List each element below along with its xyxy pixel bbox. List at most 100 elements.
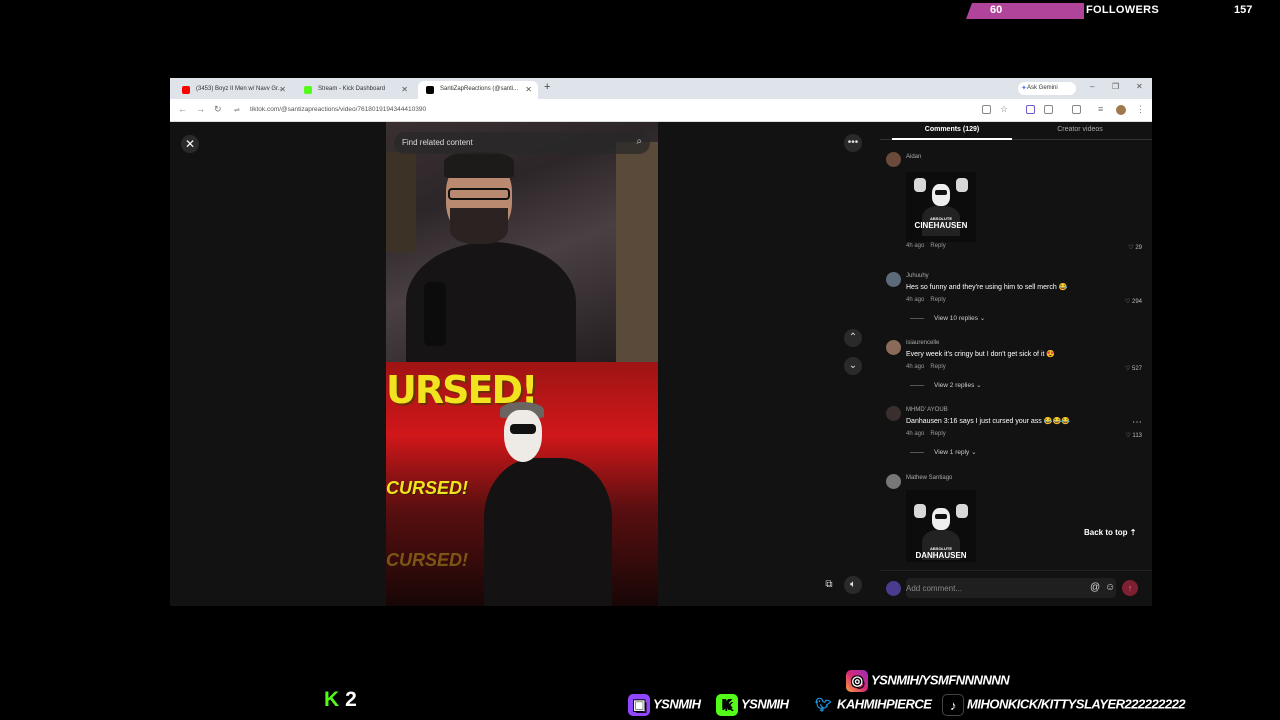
comment-username[interactable]: Mathew Santiago — [906, 475, 952, 481]
pip-icon[interactable]: ⧉ — [820, 576, 838, 594]
site-info-icon[interactable]: ⇌ — [234, 106, 240, 114]
avatar[interactable] — [886, 406, 901, 421]
new-tab-button[interactable]: + — [544, 81, 550, 93]
sidebar-icon[interactable] — [1072, 105, 1081, 114]
view-replies-button[interactable]: View 1 reply ⌄ — [910, 448, 977, 456]
followers-count: 60 — [990, 4, 1003, 16]
comment-text: Danhausen 3:16 says I just cursed your a… — [906, 418, 1070, 425]
comments-panel: Comments (129) Creator videos Aidan ABSO… — [880, 122, 1152, 606]
close-icon[interactable]: ✕ — [401, 85, 408, 94]
like-count: 29 — [1135, 245, 1142, 251]
streamer-beard — [450, 208, 508, 244]
tab-kick-dashboard[interactable]: Stream - Kick Dashboard ✕ — [296, 81, 414, 99]
more-options-icon[interactable]: ••• — [844, 134, 862, 152]
reply-button[interactable]: Reply — [930, 243, 945, 249]
comment-meta: 4h ago Reply — [906, 431, 946, 437]
like-button[interactable]: ♡ 113 — [1125, 432, 1142, 439]
followers-goal-bar: 60 FOLLOWERS 157 — [966, 3, 1266, 19]
twitch-icon: ▣ — [628, 694, 650, 716]
find-related-search[interactable]: Find related content ⌕ — [394, 132, 650, 154]
wrestler-body — [484, 458, 612, 606]
cursed-text-reflection: CURSED! — [386, 550, 469, 570]
emoji-icon[interactable]: ☺ — [1105, 582, 1115, 593]
comment-time: 4h ago — [906, 297, 925, 303]
wrestler-face — [504, 410, 542, 462]
cursed-text-small: CURSED! — [386, 478, 469, 498]
comment-username[interactable]: Juhuuhy — [906, 273, 929, 279]
bookmark-star-icon[interactable]: ☆ — [1000, 104, 1008, 115]
chevron-up-icon[interactable]: ⌃ — [844, 329, 862, 347]
followers-goal: 157 — [1234, 4, 1253, 16]
twitter-icon: 🐦︎ — [814, 697, 832, 712]
comment-username[interactable]: isiaurencelle — [906, 340, 939, 346]
downloads-icon[interactable]: ≡ — [1098, 104, 1103, 114]
twitter-handle: 🐦︎ KAHMIHPIERCE — [812, 694, 932, 718]
video-player[interactable]: URSED! CURSED! CURSED! Find related cont… — [386, 122, 658, 606]
search-placeholder: Find related content — [402, 138, 473, 147]
reply-button[interactable]: Reply — [930, 297, 945, 303]
mention-icon[interactable]: @ — [1090, 582, 1100, 593]
like-button[interactable]: ♡ 527 — [1125, 365, 1142, 372]
ask-gemini-button[interactable]: ✦ Ask Gemini — [1018, 82, 1076, 95]
twitter-label: KAHMIHPIERCE — [837, 696, 932, 712]
instagram-handle: ◎ YSNMIH/YSMFNNNNNN — [846, 670, 1010, 694]
view-replies-button[interactable]: View 2 replies ⌄ — [910, 381, 982, 389]
profile-avatar[interactable] — [1116, 105, 1126, 115]
volume-icon[interactable]: 🔈︎ — [844, 576, 862, 594]
reload-icon[interactable]: ↻ — [214, 104, 222, 115]
kick-icon: K — [716, 694, 738, 716]
kick-count-value: 2 — [345, 688, 357, 711]
close-icon[interactable]: ✕ — [279, 85, 286, 94]
bookshelf — [616, 142, 658, 362]
instagram-icon: ◎ — [846, 670, 868, 692]
kick-icon — [304, 86, 312, 94]
search-icon[interactable]: ⌕ — [636, 136, 642, 147]
extensions-puzzle-icon[interactable] — [1044, 105, 1053, 114]
forward-icon[interactable]: → — [196, 104, 205, 114]
comment-more-icon[interactable]: ⋯ — [1132, 417, 1142, 428]
avatar[interactable] — [886, 340, 901, 355]
comment-composer: @ ☺ ↑ — [880, 570, 1152, 606]
chevron-down-icon[interactable]: ⌄ — [844, 357, 862, 375]
instagram-label: YSNMIH/YSMFNNNNNN — [871, 672, 1010, 688]
gemini-icon: ✦ — [1021, 85, 1027, 92]
avatar[interactable] — [886, 272, 901, 287]
address-bar-row: ← → ↻ ⇌ tiktok.com/@santizapreactions/vi… — [170, 99, 1152, 122]
maximize-button[interactable]: ❐ — [1112, 82, 1119, 91]
tab-comments[interactable]: Comments (129) — [892, 126, 1012, 133]
tab-creator-videos[interactable]: Creator videos — [1020, 126, 1140, 133]
close-icon[interactable]: ✕ — [525, 85, 532, 94]
url-field[interactable]: tiktok.com/@santizapreactions/video/7618… — [250, 106, 426, 113]
back-to-top-button[interactable]: Back to top ⇡ — [1084, 528, 1137, 537]
comment-image[interactable]: ABSOLUTE CINEHAUSEN — [906, 172, 976, 242]
reply-button[interactable]: Reply — [930, 364, 945, 370]
like-button[interactable]: ♡ 29 — [1128, 244, 1142, 251]
comment-time: 4h ago — [906, 243, 925, 249]
avatar[interactable] — [886, 152, 901, 167]
view-replies-label: View 1 reply — [934, 449, 970, 456]
like-button[interactable]: ♡ 294 — [1125, 298, 1142, 305]
video-bottom-frame: URSED! CURSED! CURSED! — [386, 362, 658, 606]
comment-image[interactable]: ABSOLUTE DANHAUSEN — [906, 490, 976, 562]
install-app-icon[interactable] — [982, 105, 991, 114]
back-to-top-label: Back to top — [1084, 528, 1128, 537]
close-video-button[interactable]: ✕ — [181, 135, 199, 153]
send-icon[interactable]: ↑ — [1122, 580, 1138, 596]
avatar[interactable] — [886, 474, 901, 489]
tab-youtube[interactable]: (3453) Boyz II Men w/ Navv Gr... ✕ — [174, 81, 292, 99]
reply-button[interactable]: Reply — [930, 431, 945, 437]
tiktok-icon: ♪ — [942, 694, 964, 716]
window-close-button[interactable]: ✕ — [1136, 82, 1143, 91]
back-icon[interactable]: ← — [178, 104, 187, 114]
menu-dots-icon[interactable]: ⋮ — [1136, 104, 1145, 115]
comment-username[interactable]: MHMD' AYOUB — [906, 407, 948, 413]
minimize-button[interactable]: – — [1090, 82, 1094, 91]
comment-meta: 4h ago Reply — [906, 297, 946, 303]
view-replies-button[interactable]: View 10 replies ⌄ — [910, 314, 985, 322]
extension-icon[interactable] — [1026, 105, 1035, 114]
add-comment-input[interactable] — [906, 578, 1116, 598]
twitch-handle: ▣ YSNMIH — [628, 694, 701, 718]
tab-tiktok[interactable]: SantiZapReactions (@santi... ✕ — [418, 81, 538, 99]
twitch-label: YSNMIH — [653, 696, 701, 712]
comment-username[interactable]: Aidan — [906, 154, 921, 160]
